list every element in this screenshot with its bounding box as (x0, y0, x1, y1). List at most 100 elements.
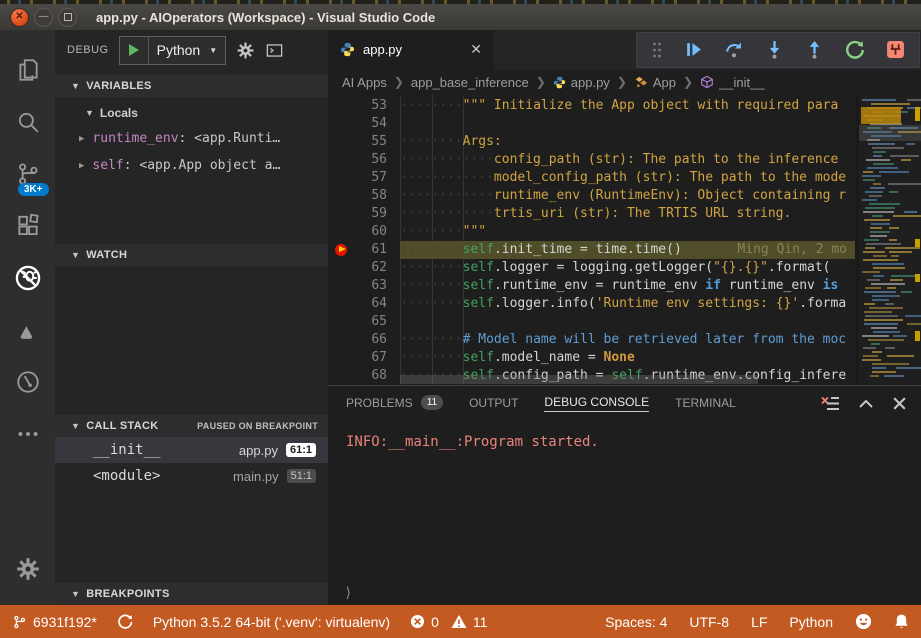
step-into-button[interactable] (765, 40, 784, 59)
step-out-button[interactable] (805, 40, 824, 59)
code-line[interactable]: 64········self.logger.info('Runtime env … (328, 295, 855, 313)
activity-more-button[interactable] (6, 408, 50, 460)
gutter[interactable]: 66 (328, 331, 400, 349)
breadcrumb-file[interactable]: app.py (553, 75, 610, 90)
language-mode-status[interactable]: Python (789, 614, 833, 630)
breakpoint-current-frame-icon[interactable] (335, 244, 347, 256)
code-line[interactable]: 55········Args: (328, 133, 855, 151)
tab-app-py[interactable]: app.py ✕ (328, 30, 494, 70)
notifications-button[interactable] (894, 613, 909, 630)
activity-source-control-button[interactable]: 3K+ (6, 148, 50, 200)
horizontal-scrollbar[interactable] (400, 375, 758, 384)
gutter[interactable]: 61 (328, 241, 400, 259)
restart-button[interactable] (845, 40, 865, 60)
minimap-viewport[interactable] (859, 125, 921, 141)
gutter[interactable]: 56 (328, 151, 400, 169)
maximize-panel-button[interactable] (858, 397, 874, 411)
gutter[interactable]: 62 (328, 259, 400, 277)
gutter[interactable]: 57 (328, 169, 400, 187)
code-scroll-area[interactable]: 53········""" Initialize the App object … (328, 95, 855, 385)
code-line[interactable]: 66········# Model name will be retrieved… (328, 331, 855, 349)
tab-output[interactable]: OUTPUT (469, 396, 518, 412)
encoding-status[interactable]: UTF-8 (689, 614, 729, 630)
code-line[interactable]: 63········self.runtime_env = runtime_env… (328, 277, 855, 295)
gutter[interactable]: 64 (328, 295, 400, 313)
stack-frame-row[interactable]: <module> main.py 51:1 (55, 463, 328, 489)
gutter[interactable]: 59 (328, 205, 400, 223)
gutter[interactable]: 63 (328, 277, 400, 295)
code-line[interactable]: 54 (328, 115, 855, 133)
disconnect-button[interactable] (886, 40, 905, 59)
gutter[interactable]: 53 (328, 97, 400, 115)
breakpoints-section-header[interactable]: ▼ BREAKPOINTS (55, 583, 328, 605)
frame-file: app.py (239, 443, 278, 458)
activity-explorer-button[interactable] (6, 44, 50, 96)
window-close-button[interactable]: ✕ (10, 8, 29, 27)
code-editor[interactable]: 53········""" Initialize the App object … (328, 95, 921, 385)
tab-terminal[interactable]: TERMINAL (675, 396, 736, 412)
gutter[interactable]: 67 (328, 349, 400, 367)
breadcrumb-folder[interactable]: app_base_inference (411, 75, 529, 90)
open-debug-console-button[interactable] (265, 41, 284, 60)
code-line[interactable]: 56············config_path (str): The pat… (328, 151, 855, 169)
activity-gauge-button[interactable] (6, 356, 50, 408)
close-panel-button[interactable] (892, 396, 907, 411)
toolbar-drag-handle[interactable] (651, 41, 663, 59)
breadcrumb-root[interactable]: AI Apps (342, 75, 387, 90)
problems-status[interactable]: 0 11 (410, 614, 487, 630)
continue-button[interactable] (684, 40, 703, 59)
sync-status[interactable] (117, 614, 133, 630)
activity-settings-button[interactable] (6, 543, 50, 595)
code-line[interactable]: 61········self.init_time = time.time()Mi… (328, 241, 855, 259)
code-line[interactable]: 62········self.logger = logging.getLogge… (328, 259, 855, 277)
indentation-status[interactable]: Spaces: 4 (605, 614, 667, 630)
gutter[interactable]: 55 (328, 133, 400, 151)
python-interpreter-status[interactable]: Python 3.5.2 64-bit ('.venv': virtualenv… (153, 614, 390, 630)
gutter[interactable]: 60 (328, 223, 400, 241)
activity-search-button[interactable] (6, 96, 50, 148)
gutter[interactable]: 58 (328, 187, 400, 205)
tab-debug-console[interactable]: DEBUG CONSOLE (544, 395, 649, 412)
activity-debug-button[interactable] (6, 252, 50, 304)
stack-frame-row[interactable]: __init__ app.py 61:1 (55, 437, 328, 463)
console-input-prompt[interactable]: ⟩ (344, 585, 352, 601)
minimap[interactable] (855, 95, 921, 385)
tab-label: OUTPUT (469, 396, 518, 410)
gutter[interactable]: 54 (328, 115, 400, 133)
git-branch-status[interactable]: 6931f192* (12, 614, 97, 630)
start-debug-icon[interactable] (120, 43, 148, 57)
gutter[interactable]: 65 (328, 313, 400, 331)
call-stack-section-header[interactable]: ▼ CALL STACK PAUSED ON BREAKPOINT (55, 415, 328, 437)
breadcrumb-label: AI Apps (342, 75, 387, 90)
code-line[interactable]: 58············runtime_env (RuntimeEnv): … (328, 187, 855, 205)
eol-status[interactable]: LF (751, 614, 767, 630)
watch-section-header[interactable]: ▼ WATCH (55, 244, 328, 266)
configure-gear-button[interactable] (236, 41, 255, 60)
gutter[interactable]: 68 (328, 367, 400, 385)
activity-extensions-button[interactable] (6, 200, 50, 252)
activity-test-button[interactable] (6, 304, 50, 356)
line-number: 58 (328, 187, 400, 205)
window-minimize-button[interactable]: — (34, 8, 53, 27)
tab-label: TERMINAL (675, 396, 736, 410)
twistie-expanded-icon: ▼ (71, 81, 80, 91)
breadcrumb-class[interactable]: App (634, 75, 676, 90)
breadcrumb-method[interactable]: __init__ (700, 75, 765, 90)
clear-console-button[interactable] (820, 395, 840, 413)
code-line[interactable]: 67········self.model_name = None (328, 349, 855, 367)
code-line[interactable]: 57············model_config_path (str): T… (328, 169, 855, 187)
variable-row[interactable]: ▶ self: <app.App object a… (55, 152, 328, 179)
code-line[interactable]: 53········""" Initialize the App object … (328, 97, 855, 115)
code-line[interactable]: 60········""" (328, 223, 855, 241)
variables-section-header[interactable]: ▼ VARIABLES (55, 75, 328, 97)
feedback-button[interactable] (855, 613, 872, 630)
tab-close-icon[interactable]: ✕ (470, 41, 482, 58)
variables-scope-locals[interactable]: ▼ Locals (55, 101, 328, 125)
code-line[interactable]: 59············trtis_uri (str): The TRTIS… (328, 205, 855, 223)
code-line[interactable]: 65 (328, 313, 855, 331)
tab-problems[interactable]: PROBLEMS 11 (346, 395, 443, 412)
window-maximize-button[interactable] (58, 8, 77, 27)
variable-row[interactable]: ▶ runtime_env: <app.Runti… (55, 125, 328, 152)
step-over-button[interactable] (724, 40, 744, 59)
launch-config-dropdown[interactable]: Python ▼ (119, 36, 227, 65)
